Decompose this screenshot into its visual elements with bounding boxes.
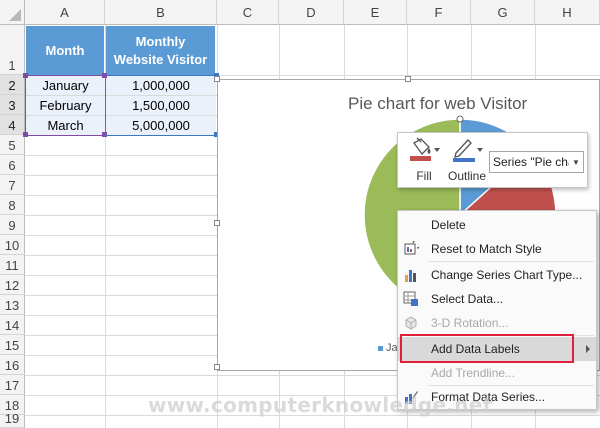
column-header-c[interactable]: C: [217, 0, 279, 25]
menu-item-label: Delete: [431, 218, 466, 232]
menu-item-change-chart-type[interactable]: Change Series Chart Type...: [398, 263, 596, 287]
row-header-11[interactable]: 11: [0, 255, 25, 275]
column-header-h[interactable]: H: [535, 0, 600, 25]
row-header-4[interactable]: 4: [0, 115, 25, 135]
paint-bucket-icon: [410, 137, 440, 161]
menu-item-reset-style[interactable]: Reset to Match Style: [398, 237, 596, 261]
row-header-13[interactable]: 13: [0, 295, 25, 315]
row-header-14[interactable]: 14: [0, 315, 25, 335]
fill-button[interactable]: Fill: [404, 137, 444, 185]
format-mini-toolbar[interactable]: Fill Outline Series "Pie char ▼: [397, 132, 588, 188]
header-cell-month[interactable]: Month: [26, 26, 105, 75]
range-handle[interactable]: [23, 132, 28, 137]
submenu-arrow-icon: [586, 345, 590, 353]
menu-item-select-data[interactable]: Select Data...: [398, 287, 596, 311]
row-header-9[interactable]: 9: [0, 215, 25, 235]
legend-label: Ja: [386, 342, 398, 354]
legend-swatch-january: [378, 345, 383, 351]
cell-value-january[interactable]: 1,000,000: [106, 76, 216, 95]
header-visitor-line1: Monthly: [135, 33, 186, 49]
column-header-e[interactable]: E: [344, 0, 407, 25]
fill-label: Fill: [416, 169, 432, 183]
menu-item-delete[interactable]: Delete: [398, 213, 596, 237]
row-header-6[interactable]: 6: [0, 155, 25, 175]
row-header-17[interactable]: 17: [0, 375, 25, 395]
pen-outline-icon: [453, 139, 483, 162]
range-handle[interactable]: [102, 132, 107, 137]
header-cell-visitors[interactable]: Monthly Website Visitor: [106, 26, 216, 75]
context-menu[interactable]: Delete Reset to Match Style Change Serie…: [397, 210, 597, 410]
row-header-8[interactable]: 8: [0, 195, 25, 215]
menu-item-add-data-labels[interactable]: Add Data Labels: [398, 337, 596, 361]
row-header-2[interactable]: 2: [0, 75, 25, 95]
range-handle[interactable]: [102, 73, 107, 78]
column-header-g[interactable]: G: [471, 0, 535, 25]
select-data-icon: [403, 291, 418, 306]
menu-item-add-trendline[interactable]: Add Trendline...: [398, 361, 596, 385]
header-month-text: Month: [45, 42, 85, 58]
menu-separator: [428, 261, 594, 262]
chevron-down-icon[interactable]: ▼: [569, 152, 583, 172]
menu-item-label: Reset to Match Style: [431, 242, 542, 256]
chart-legend[interactable]: Ja: [378, 342, 398, 354]
row-header-1[interactable]: 1: [0, 25, 25, 75]
row-header-15[interactable]: 15: [0, 335, 25, 355]
menu-item-label: 3-D Rotation...: [431, 316, 509, 330]
row-header-10[interactable]: 10: [0, 235, 25, 255]
outline-button[interactable]: Outline: [446, 137, 488, 185]
watermark: www.computerknowledge.net: [148, 393, 493, 417]
row-header-5[interactable]: 5: [0, 135, 25, 155]
cell-month-march[interactable]: March: [26, 116, 105, 135]
header-visitor-line2: Website Visitor: [113, 51, 208, 67]
chart-type-icon: [405, 270, 416, 282]
series-selection-handle[interactable]: [456, 115, 464, 123]
menu-separator: [428, 335, 594, 336]
cell-value-february[interactable]: 1,500,000: [106, 96, 216, 115]
range-handle[interactable]: [23, 73, 28, 78]
menu-item-label: Change Series Chart Type...: [431, 268, 583, 282]
menu-item-3d-rotation[interactable]: 3-D Rotation...: [398, 311, 596, 335]
cell-value-march[interactable]: 5,000,000: [106, 116, 216, 135]
cell-month-february[interactable]: February: [26, 96, 105, 115]
series-dropdown[interactable]: Series "Pie char ▼: [489, 151, 584, 173]
row-header-12[interactable]: 12: [0, 275, 25, 295]
select-all-corner[interactable]: [0, 0, 25, 25]
column-header-f[interactable]: F: [407, 0, 471, 25]
reset-style-icon: [404, 241, 419, 255]
row-header-19[interactable]: 19: [0, 411, 25, 428]
menu-item-label: Select Data...: [431, 292, 504, 306]
series-dropdown-value: Series "Pie char: [493, 155, 579, 169]
menu-item-label: Add Data Labels: [431, 342, 520, 356]
column-header-d[interactable]: D: [279, 0, 344, 25]
rotation-3d-icon: [405, 316, 417, 330]
menu-item-label: Add Trendline...: [431, 366, 516, 380]
column-header-b[interactable]: B: [105, 0, 217, 25]
column-header-a[interactable]: A: [25, 0, 105, 25]
row-header-7[interactable]: 7: [0, 175, 25, 195]
row-header-3[interactable]: 3: [0, 95, 25, 115]
cell-month-january[interactable]: January: [26, 76, 105, 95]
outline-label: Outline: [447, 169, 487, 183]
row-header-16[interactable]: 16: [0, 355, 25, 375]
